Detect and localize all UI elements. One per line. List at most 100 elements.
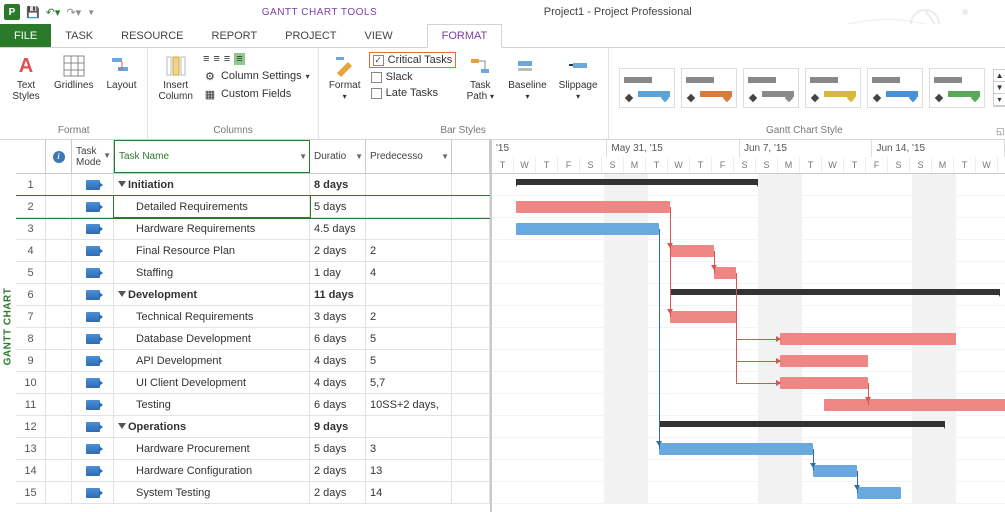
row-predecessors[interactable]: 10SS+2 days, bbox=[366, 394, 452, 415]
align-right-icon[interactable]: ≡ bbox=[224, 53, 230, 65]
row-duration[interactable]: 2 days bbox=[310, 460, 366, 481]
row-number[interactable]: 15 bbox=[16, 482, 46, 503]
row-info[interactable] bbox=[46, 350, 72, 371]
row-task-name[interactable]: UI Client Development bbox=[114, 372, 310, 393]
align-center-icon[interactable]: ≡ bbox=[213, 53, 219, 65]
table-row[interactable]: 2Detailed Requirements5 days bbox=[16, 196, 490, 218]
row-number[interactable]: 7 bbox=[16, 306, 46, 327]
row-number[interactable]: 11 bbox=[16, 394, 46, 415]
row-info[interactable] bbox=[46, 284, 72, 305]
row-duration[interactable]: 6 days bbox=[310, 394, 366, 415]
row-number[interactable]: 12 bbox=[16, 416, 46, 437]
align-left-icon[interactable]: ≡ bbox=[203, 53, 209, 65]
table-row[interactable]: 15System Testing2 days14 bbox=[16, 482, 490, 504]
row-info[interactable] bbox=[46, 460, 72, 481]
task-path-button[interactable]: Task Path ▾ bbox=[460, 52, 500, 104]
row-duration[interactable]: 3 days bbox=[310, 306, 366, 327]
row-mode[interactable] bbox=[72, 328, 114, 349]
row-predecessors[interactable]: 13 bbox=[366, 460, 452, 481]
table-row[interactable]: 5Staffing1 day4 bbox=[16, 262, 490, 284]
row-duration[interactable]: 5 days bbox=[310, 196, 366, 217]
row-info[interactable] bbox=[46, 438, 72, 459]
row-extra[interactable] bbox=[452, 284, 490, 305]
insert-column-button[interactable]: Insert Column bbox=[154, 52, 196, 104]
row-extra[interactable] bbox=[452, 262, 490, 283]
tab-view[interactable]: VIEW bbox=[350, 24, 406, 47]
row-predecessors[interactable]: 3 bbox=[366, 438, 452, 459]
header-task-mode[interactable]: Task Mode▼ bbox=[72, 140, 114, 173]
late-tasks-checkbox[interactable]: Late Tasks bbox=[369, 86, 457, 100]
row-number[interactable]: 8 bbox=[16, 328, 46, 349]
row-duration[interactable]: 2 days bbox=[310, 482, 366, 503]
row-duration[interactable]: 4 days bbox=[310, 372, 366, 393]
table-row[interactable]: 4Final Resource Plan2 days2 bbox=[16, 240, 490, 262]
row-task-name[interactable]: System Testing bbox=[114, 482, 310, 503]
row-predecessors[interactable] bbox=[366, 218, 452, 239]
row-extra[interactable] bbox=[452, 328, 490, 349]
table-row[interactable]: 10 UI Client Development4 days5,7 bbox=[16, 372, 490, 394]
gallery-item[interactable] bbox=[743, 68, 799, 108]
row-task-name[interactable]: Testing bbox=[114, 394, 310, 415]
row-number[interactable]: 1 bbox=[16, 174, 46, 195]
save-icon[interactable]: 💾 bbox=[26, 6, 40, 19]
row-predecessors[interactable]: 4 bbox=[366, 262, 452, 283]
row-info[interactable] bbox=[46, 306, 72, 327]
task-bar[interactable] bbox=[659, 443, 813, 455]
dialog-launcher-icon[interactable]: ◱ bbox=[994, 126, 1005, 137]
row-task-name[interactable]: Initiation bbox=[114, 174, 310, 195]
row-task-name[interactable]: API Development bbox=[114, 350, 310, 371]
row-predecessors[interactable] bbox=[366, 174, 452, 195]
baseline-button[interactable]: Baseline▾ bbox=[504, 52, 550, 104]
task-bar[interactable] bbox=[780, 377, 868, 389]
row-info[interactable] bbox=[46, 394, 72, 415]
gallery-item[interactable] bbox=[867, 68, 923, 108]
gallery-item[interactable] bbox=[681, 68, 737, 108]
task-bar[interactable] bbox=[670, 311, 736, 323]
row-predecessors[interactable]: 5 bbox=[366, 350, 452, 371]
tab-resource[interactable]: RESOURCE bbox=[107, 24, 197, 47]
gallery-up-icon[interactable]: ▲ bbox=[994, 70, 1005, 82]
row-info[interactable] bbox=[46, 218, 72, 239]
header-predecessors[interactable]: Predecesso▼ bbox=[366, 140, 452, 173]
row-predecessors[interactable] bbox=[366, 196, 452, 217]
summary-bar[interactable] bbox=[670, 289, 1000, 295]
row-number[interactable]: 10 bbox=[16, 372, 46, 393]
task-bar[interactable] bbox=[824, 399, 1005, 411]
row-duration[interactable]: 11 days bbox=[310, 284, 366, 305]
table-row[interactable]: 11 Testing6 days10SS+2 days, bbox=[16, 394, 490, 416]
row-number[interactable]: 13 bbox=[16, 438, 46, 459]
row-mode[interactable] bbox=[72, 306, 114, 327]
row-mode[interactable] bbox=[72, 416, 114, 437]
row-predecessors[interactable]: 5 bbox=[366, 328, 452, 349]
task-bar[interactable] bbox=[813, 465, 857, 477]
header-info[interactable]: i bbox=[46, 140, 72, 173]
undo-icon[interactable]: ↶▾ bbox=[46, 6, 61, 19]
row-extra[interactable] bbox=[452, 482, 490, 503]
row-extra[interactable] bbox=[452, 240, 490, 261]
row-extra[interactable] bbox=[452, 394, 490, 415]
row-info[interactable] bbox=[46, 416, 72, 437]
header-rownum[interactable] bbox=[16, 140, 46, 173]
row-duration[interactable]: 5 days bbox=[310, 438, 366, 459]
align-row[interactable]: ≡ ≡ ≡ ≡ bbox=[201, 52, 312, 66]
slack-checkbox[interactable]: Slack bbox=[369, 70, 457, 84]
summary-bar[interactable] bbox=[659, 421, 945, 427]
row-duration[interactable]: 2 days bbox=[310, 240, 366, 261]
format-bar-button[interactable]: Format▾ bbox=[325, 52, 365, 104]
text-styles-button[interactable]: A Text Styles bbox=[6, 52, 46, 104]
task-bar[interactable] bbox=[857, 487, 901, 499]
row-predecessors[interactable]: 5,7 bbox=[366, 372, 452, 393]
gallery-item[interactable] bbox=[619, 68, 675, 108]
row-task-name[interactable]: Staffing bbox=[114, 262, 310, 283]
table-row[interactable]: 8Database Development6 days5 bbox=[16, 328, 490, 350]
row-number[interactable]: 9 bbox=[16, 350, 46, 371]
row-info[interactable] bbox=[46, 262, 72, 283]
gallery-item[interactable] bbox=[805, 68, 861, 108]
row-extra[interactable] bbox=[452, 416, 490, 437]
row-mode[interactable] bbox=[72, 262, 114, 283]
row-task-name[interactable]: Database Development bbox=[114, 328, 310, 349]
task-bar[interactable] bbox=[670, 245, 714, 257]
table-row[interactable]: 7Technical Requirements3 days2 bbox=[16, 306, 490, 328]
slippage-button[interactable]: Slippage▾ bbox=[555, 52, 602, 104]
row-info[interactable] bbox=[46, 174, 72, 195]
